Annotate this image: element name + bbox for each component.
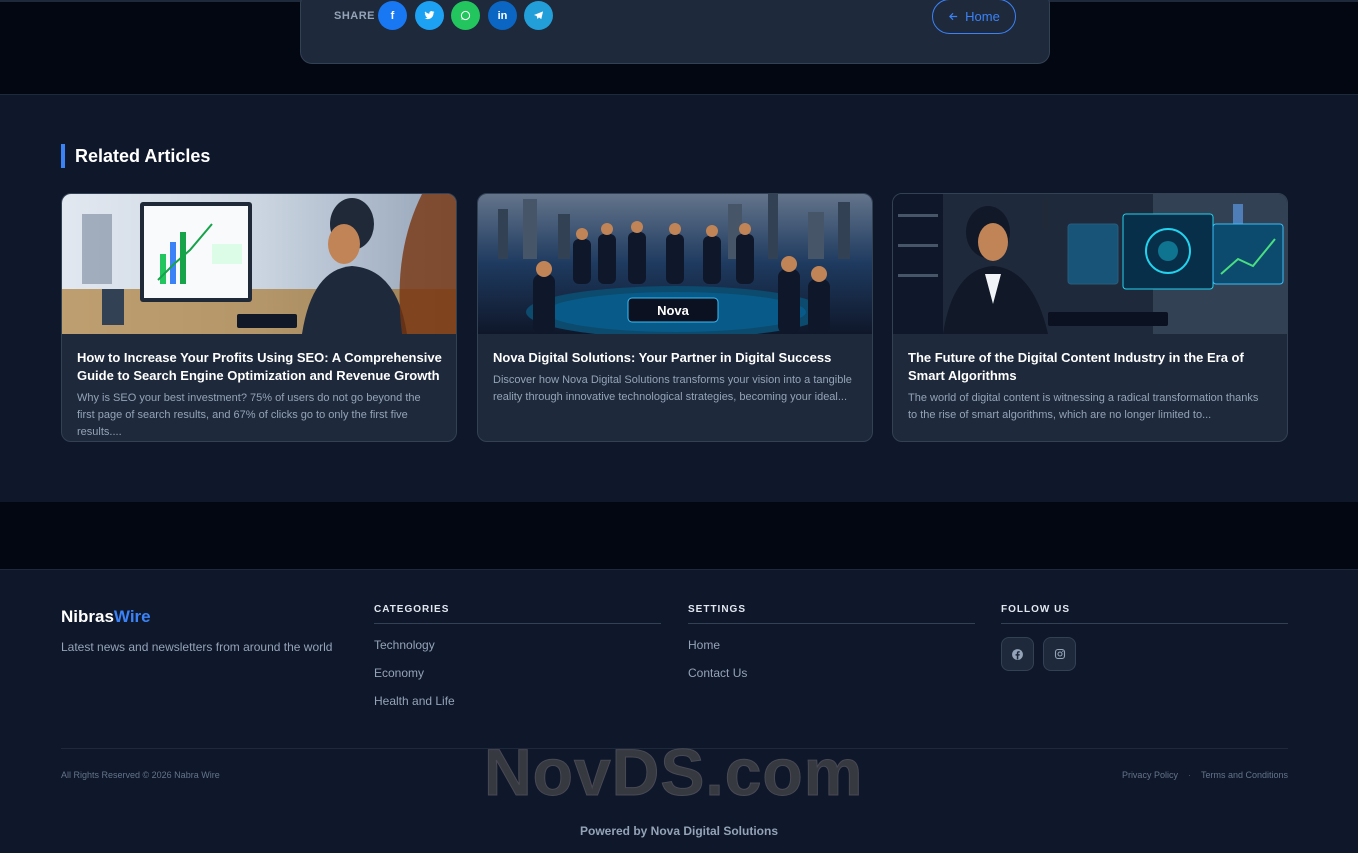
- whatsapp-share-button[interactable]: [451, 1, 480, 30]
- footer-link-health-and-life[interactable]: Health and Life: [374, 694, 661, 708]
- article-title[interactable]: How to Increase Your Profits Using SEO: …: [77, 349, 442, 385]
- instagram-social-button[interactable]: [1043, 637, 1076, 671]
- article-image: Nova: [478, 194, 872, 334]
- footer-link-economy[interactable]: Economy: [374, 666, 661, 680]
- brand-accent: Wire: [113, 607, 151, 626]
- instagram-icon: [1054, 648, 1065, 660]
- footer-link-contact-us[interactable]: Contact Us: [688, 666, 975, 680]
- facebook-icon: f: [390, 9, 395, 22]
- svg-text:Nova: Nova: [657, 303, 690, 318]
- top-band: SHARE f in Home: [0, 0, 1358, 95]
- facebook-social-button[interactable]: [1001, 637, 1034, 671]
- watermark-text: NovDS.com: [483, 735, 864, 810]
- separator-dot: ·: [1187, 770, 1191, 780]
- facebook-share-button[interactable]: f: [378, 1, 407, 30]
- footer-settings-title: SETTINGS: [688, 604, 975, 624]
- section-spacer: [0, 502, 1358, 570]
- article-card[interactable]: How to Increase Your Profits Using SEO: …: [61, 193, 457, 442]
- article-card[interactable]: The Future of the Digital Content Indust…: [892, 193, 1288, 442]
- copyright-text: All Rights Reserved © 2026 Nabra Wire: [61, 770, 220, 780]
- brand-name: Nibras: [61, 607, 114, 626]
- terms-link[interactable]: Terms and Conditions: [1201, 770, 1288, 780]
- home-label: Home: [965, 9, 1000, 24]
- article-card[interactable]: Nova Nova Digital Solutions: Your Partne…: [477, 193, 873, 442]
- footer-follow-title: FOLLOW US: [1001, 604, 1288, 624]
- linkedin-icon: in: [497, 9, 508, 22]
- telegram-share-button[interactable]: [524, 1, 553, 30]
- telegram-icon: [533, 11, 544, 20]
- related-articles-section: Related Articles How to Increase Your Pr…: [0, 96, 1358, 502]
- footer-categories: CATEGORIES Technology Economy Health and…: [374, 604, 661, 708]
- footer-categories-title: CATEGORIES: [374, 604, 661, 624]
- article-excerpt: Why is SEO your best investment? 75% of …: [77, 392, 421, 438]
- article-title[interactable]: The Future of the Digital Content Indust…: [908, 349, 1273, 385]
- site-footer: NibrasWire Latest news and newsletters f…: [0, 571, 1358, 853]
- article-image: [893, 194, 1287, 334]
- home-button[interactable]: Home: [932, 0, 1016, 34]
- footer-link-technology[interactable]: Technology: [374, 638, 661, 652]
- whatsapp-icon: [460, 10, 471, 21]
- share-card: SHARE f in Home: [300, 0, 1050, 64]
- article-title[interactable]: Nova Digital Solutions: Your Partner in …: [493, 349, 858, 367]
- privacy-policy-link[interactable]: Privacy Policy: [1122, 770, 1178, 780]
- article-excerpt: Discover how Nova Digital Solutions tran…: [493, 374, 852, 403]
- share-label: SHARE: [334, 10, 376, 22]
- footer-follow: FOLLOW US: [1001, 604, 1288, 624]
- article-image: [62, 194, 456, 334]
- facebook-icon: [1012, 648, 1023, 660]
- related-articles-title: Related Articles: [61, 144, 210, 168]
- powered-by-text[interactable]: Powered by Nova Digital Solutions: [0, 824, 1358, 838]
- footer-brand-logo[interactable]: NibrasWire: [61, 607, 151, 627]
- arrow-left-icon: [949, 12, 958, 21]
- twitter-share-button[interactable]: [415, 1, 444, 30]
- linkedin-share-button[interactable]: in: [488, 1, 517, 30]
- footer-link-home[interactable]: Home: [688, 638, 975, 652]
- article-excerpt: The world of digital content is witnessi…: [908, 392, 1259, 421]
- footer-tagline: Latest news and newsletters from around …: [61, 640, 333, 654]
- twitter-icon: [424, 11, 435, 20]
- legal-links: Privacy Policy · Terms and Conditions: [1122, 770, 1288, 780]
- footer-settings: SETTINGS Home Contact Us: [688, 604, 975, 680]
